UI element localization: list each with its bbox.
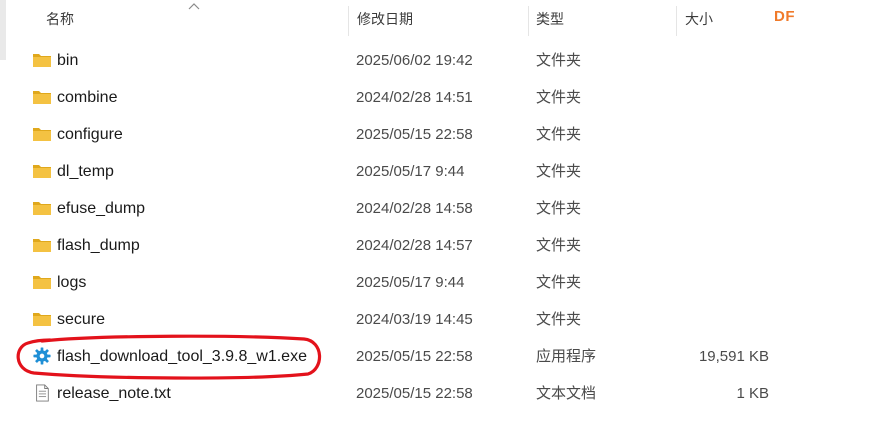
file-row[interactable]: efuse_dump 2024/02/28 14:58 文件夹 [0,190,882,227]
column-header-name[interactable]: 名称 [46,0,74,38]
file-date-modified: 2025/06/02 19:42 [356,52,473,69]
file-date-modified: 2024/02/28 14:51 [356,89,473,106]
file-explorer-list: 名称 修改日期 类型 大小 DF bin 2025/06/02 19:42 文件夹 c… [0,0,882,445]
folder-icon [32,236,52,254]
file-type: 文件夹 [536,163,582,180]
text-file-icon [32,384,52,402]
column-header-size[interactable]: 大小 [685,0,713,38]
file-type: 文件夹 [536,52,582,69]
file-name: flash_download_tool_3.9.8_w1.exe [57,348,307,365]
file-type: 文本文档 [536,385,597,402]
folder-icon [32,199,52,217]
file-type: 应用程序 [536,348,597,365]
file-row[interactable]: flash_dump 2024/02/28 14:57 文件夹 [0,227,882,264]
file-date-modified: 2025/05/15 22:58 [356,385,473,402]
file-size: 19,591 KB [698,348,769,365]
gear-icon [32,347,52,365]
file-row[interactable]: bin 2025/06/02 19:42 文件夹 [0,42,882,79]
file-date-modified: 2025/05/17 9:44 [356,274,465,291]
column-header-bar: 名称 修改日期 类型 大小 DF [0,0,882,38]
file-name: logs [57,274,87,291]
file-date-modified: 2024/02/28 14:58 [356,200,473,217]
file-row[interactable]: flash_download_tool_3.9.8_w1.exe 2025/05/… [0,338,882,375]
file-date-modified: 2024/03/19 14:45 [356,311,473,328]
file-type: 文件夹 [536,200,582,217]
folder-icon [32,310,52,328]
file-row[interactable]: configure 2025/05/15 22:58 文件夹 [0,116,882,153]
file-row[interactable]: logs 2025/05/17 9:44 文件夹 [0,264,882,301]
file-type: 文件夹 [536,274,582,291]
folder-icon [32,88,52,106]
folder-icon [32,162,52,180]
column-header-type[interactable]: 类型 [536,0,564,38]
file-date-modified: 2025/05/15 22:58 [356,126,473,143]
file-row[interactable]: combine 2024/02/28 14:51 文件夹 [0,79,882,116]
file-size: 1 KB [736,385,769,402]
file-type: 文件夹 [536,89,582,106]
column-divider[interactable] [676,6,677,36]
df-badge: DF [774,8,795,25]
file-row[interactable]: dl_temp 2025/05/17 9:44 文件夹 [0,153,882,190]
file-type: 文件夹 [536,237,582,254]
folder-icon [32,51,52,69]
file-name: bin [57,52,79,69]
file-row[interactable]: secure 2024/03/19 14:45 文件夹 [0,301,882,338]
file-name: secure [57,311,106,328]
column-divider[interactable] [528,6,529,36]
folder-icon [32,125,52,143]
file-date-modified: 2025/05/15 22:58 [356,348,473,365]
file-name: combine [57,89,118,106]
file-name: release_note.txt [57,385,171,402]
file-type: 文件夹 [536,126,582,143]
file-date-modified: 2024/02/28 14:57 [356,237,473,254]
sort-ascending-icon[interactable] [188,2,200,10]
file-name: efuse_dump [57,200,146,217]
file-name: dl_temp [57,163,114,180]
file-row[interactable]: release_note.txt 2025/05/15 22:58 文本文档 1 KB [0,375,882,412]
folder-icon [32,273,52,291]
column-header-date-modified[interactable]: 修改日期 [357,0,413,38]
file-type: 文件夹 [536,311,582,328]
file-name: flash_dump [57,237,140,254]
file-date-modified: 2025/05/17 9:44 [356,163,465,180]
file-name: configure [57,126,123,143]
column-divider[interactable] [348,6,349,36]
